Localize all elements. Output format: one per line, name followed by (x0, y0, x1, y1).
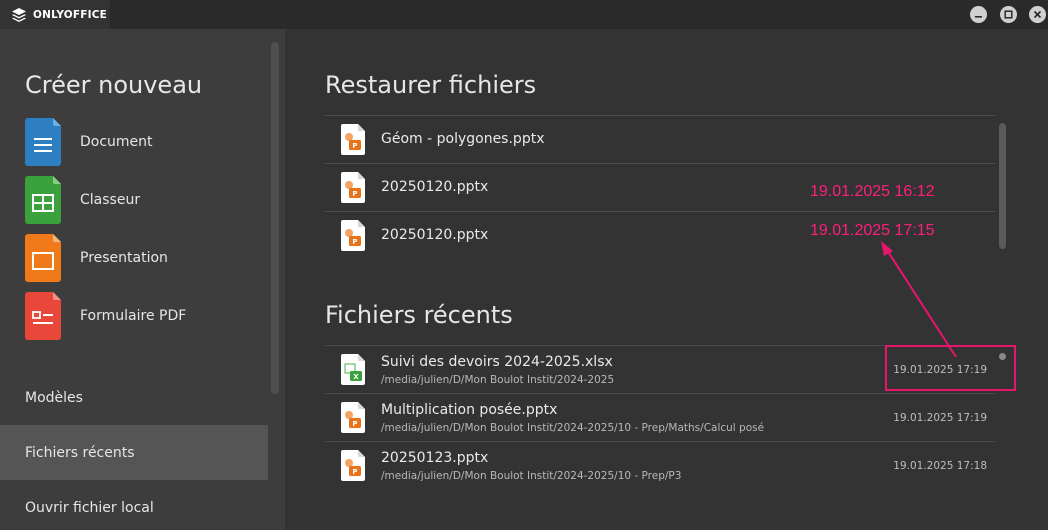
annotation-arrow (881, 241, 957, 358)
